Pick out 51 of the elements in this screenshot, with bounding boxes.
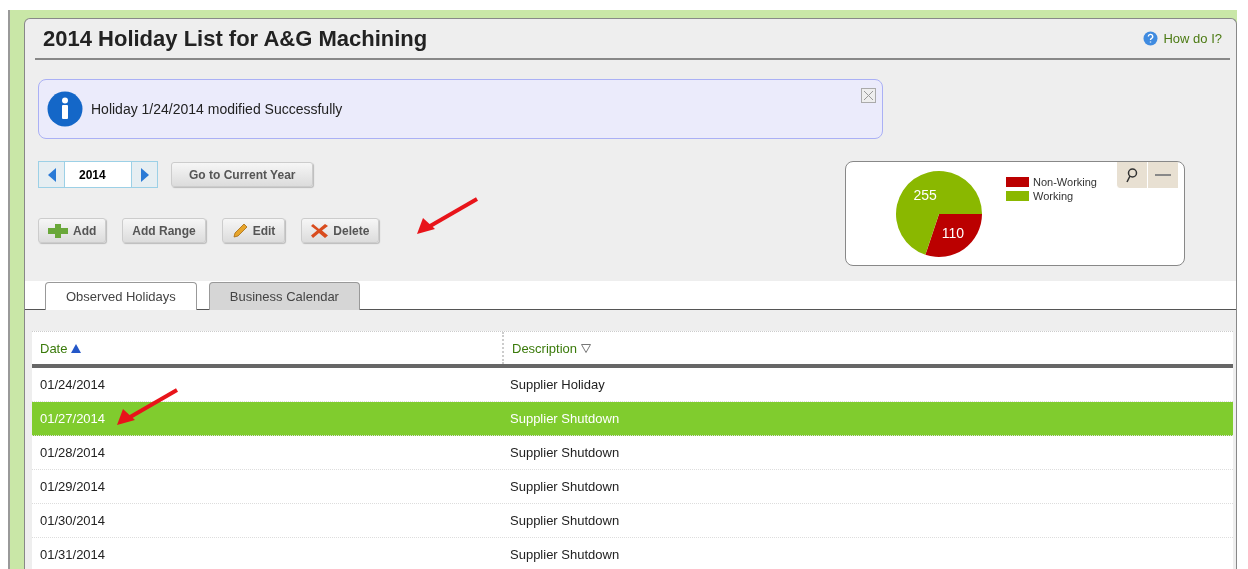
current-year-button[interactable]: Go to Current Year — [171, 162, 314, 187]
description-cell-text: Supplier Shutdown — [509, 445, 621, 460]
description-cell-text: Supplier Shutdown — [509, 411, 621, 426]
column-header[interactable]: Date — [32, 332, 502, 364]
description-cell-text: Supplier Shutdown — [509, 479, 621, 494]
zoom-button[interactable] — [1116, 162, 1147, 188]
legend-swatch — [1006, 177, 1029, 187]
description-cell-text: Supplier Holiday — [509, 377, 606, 392]
date-cell-text: 01/29/2014 — [39, 479, 107, 494]
action-button[interactable]: Edit — [221, 218, 286, 243]
plus-icon — [48, 223, 68, 238]
arrow-icon — [415, 197, 479, 237]
minus-icon — [1155, 173, 1171, 177]
tab[interactable]: Observed Holidays — [45, 282, 197, 310]
description-cell-text: Supplier Shutdown — [509, 513, 621, 528]
action-button[interactable]: Add Range — [122, 218, 206, 243]
table-row[interactable]: 01/30/2014 Supplier Shutdown — [32, 504, 1233, 538]
date-cell-text: 01/31/2014 — [39, 547, 107, 562]
pencil-icon — [231, 222, 248, 239]
table-row[interactable]: 01/28/2014 Supplier Shutdown — [32, 436, 1233, 470]
date-cell-text: 01/27/2014 — [39, 411, 107, 426]
table-row[interactable]: 01/24/2014 Supplier Holiday — [32, 368, 1233, 402]
column-header[interactable]: Description — [502, 332, 1233, 364]
right-triangle-icon — [140, 167, 149, 182]
left-triangle-icon — [47, 167, 56, 182]
previous-year-button[interactable] — [39, 162, 64, 187]
description-cell-text: Supplier Shutdown — [509, 547, 621, 562]
legend-label: Working — [1033, 190, 1074, 202]
year-field[interactable]: 2014 — [64, 162, 132, 187]
date-cell-text: 01/30/2014 — [39, 513, 107, 528]
arrow-icon — [115, 388, 179, 428]
table-row[interactable]: 01/29/2014 Supplier Shutdown — [32, 470, 1233, 504]
help-link[interactable]: How do I? — [1143, 31, 1222, 46]
slice-label: 255 — [913, 186, 937, 203]
action-button[interactable]: Delete — [301, 218, 380, 243]
help-icon — [1143, 31, 1159, 46]
info-icon — [47, 91, 83, 127]
next-year-button[interactable] — [132, 162, 157, 187]
action-button[interactable]: Add — [38, 218, 107, 243]
x-icon — [311, 223, 329, 238]
table-row[interactable]: 01/31/2014 Supplier Shutdown — [32, 538, 1233, 569]
search-icon — [1126, 167, 1138, 183]
legend-swatch — [1006, 191, 1029, 201]
date-cell-text: 01/24/2014 — [39, 377, 107, 392]
legend-label: Non-Working — [1033, 176, 1097, 188]
page-title: 2014 Holiday List for A&G Machining — [43, 25, 428, 52]
slice-label: 110 — [941, 224, 964, 241]
tab[interactable]: Business Calendar — [208, 282, 360, 310]
message-text: Holiday 1/24/2014 modified Successfully — [91, 101, 343, 117]
date-cell-text: 01/28/2014 — [39, 445, 107, 460]
close-icon[interactable] — [861, 88, 876, 103]
